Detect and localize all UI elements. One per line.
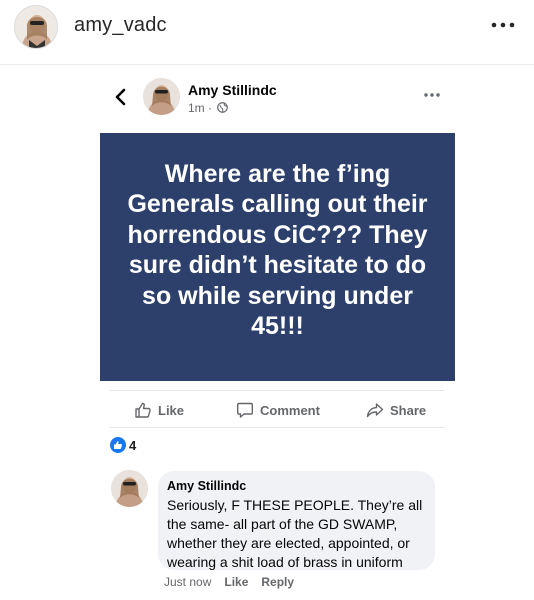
instagram-post-header: amy_vadc <box>0 0 534 64</box>
comment-time[interactable]: Just now <box>164 575 211 589</box>
comment-bubble-icon <box>237 402 253 418</box>
profile-avatar[interactable] <box>14 5 58 49</box>
comment-author[interactable]: Amy Stillindc <box>167 479 426 494</box>
actions-divider-top <box>110 390 444 391</box>
post-meta: 1m · <box>188 101 229 115</box>
reaction-count: 4 <box>129 437 137 453</box>
meta-separator: · <box>208 101 213 115</box>
comment-label: Comment <box>260 402 320 418</box>
like-label: Like <box>158 402 185 418</box>
author-avatar[interactable] <box>143 78 180 115</box>
comment-text: Seriously, F THESE PEOPLE. They’re all t… <box>167 497 423 570</box>
username[interactable]: amy_vadc <box>74 14 167 37</box>
header-divider <box>0 64 534 65</box>
comment-like-button[interactable]: Like <box>224 575 248 589</box>
comment-footer: Just now Like Reply <box>164 575 294 589</box>
reactions-summary[interactable]: 4 <box>110 437 136 453</box>
post-time[interactable]: 1m <box>188 101 205 115</box>
share-label: Share <box>390 402 427 418</box>
comment-button[interactable]: Comment <box>236 400 320 420</box>
thumbs-up-icon <box>135 402 151 418</box>
share-button[interactable]: Share <box>366 400 426 420</box>
actions-divider-bottom <box>110 427 444 428</box>
more-options-icon[interactable] <box>490 18 516 32</box>
post-author-name[interactable]: Amy Stillindc <box>188 82 277 98</box>
comment-bubble: Amy Stillindc Seriously, F THESE PEOPLE.… <box>158 471 435 570</box>
comment-reply-button[interactable]: Reply <box>261 575 294 589</box>
commenter-avatar[interactable] <box>111 470 148 507</box>
back-chevron-icon[interactable] <box>112 87 130 107</box>
share-arrow-icon <box>366 403 384 418</box>
post-more-options-icon[interactable] <box>423 91 441 99</box>
like-reaction-icon <box>110 437 126 453</box>
like-button[interactable]: Like <box>134 400 184 420</box>
post-text-card: Where are the f’ing Generals calling out… <box>100 133 455 381</box>
post-text: Where are the f’ing Generals calling out… <box>127 159 428 341</box>
globe-icon <box>217 102 229 113</box>
